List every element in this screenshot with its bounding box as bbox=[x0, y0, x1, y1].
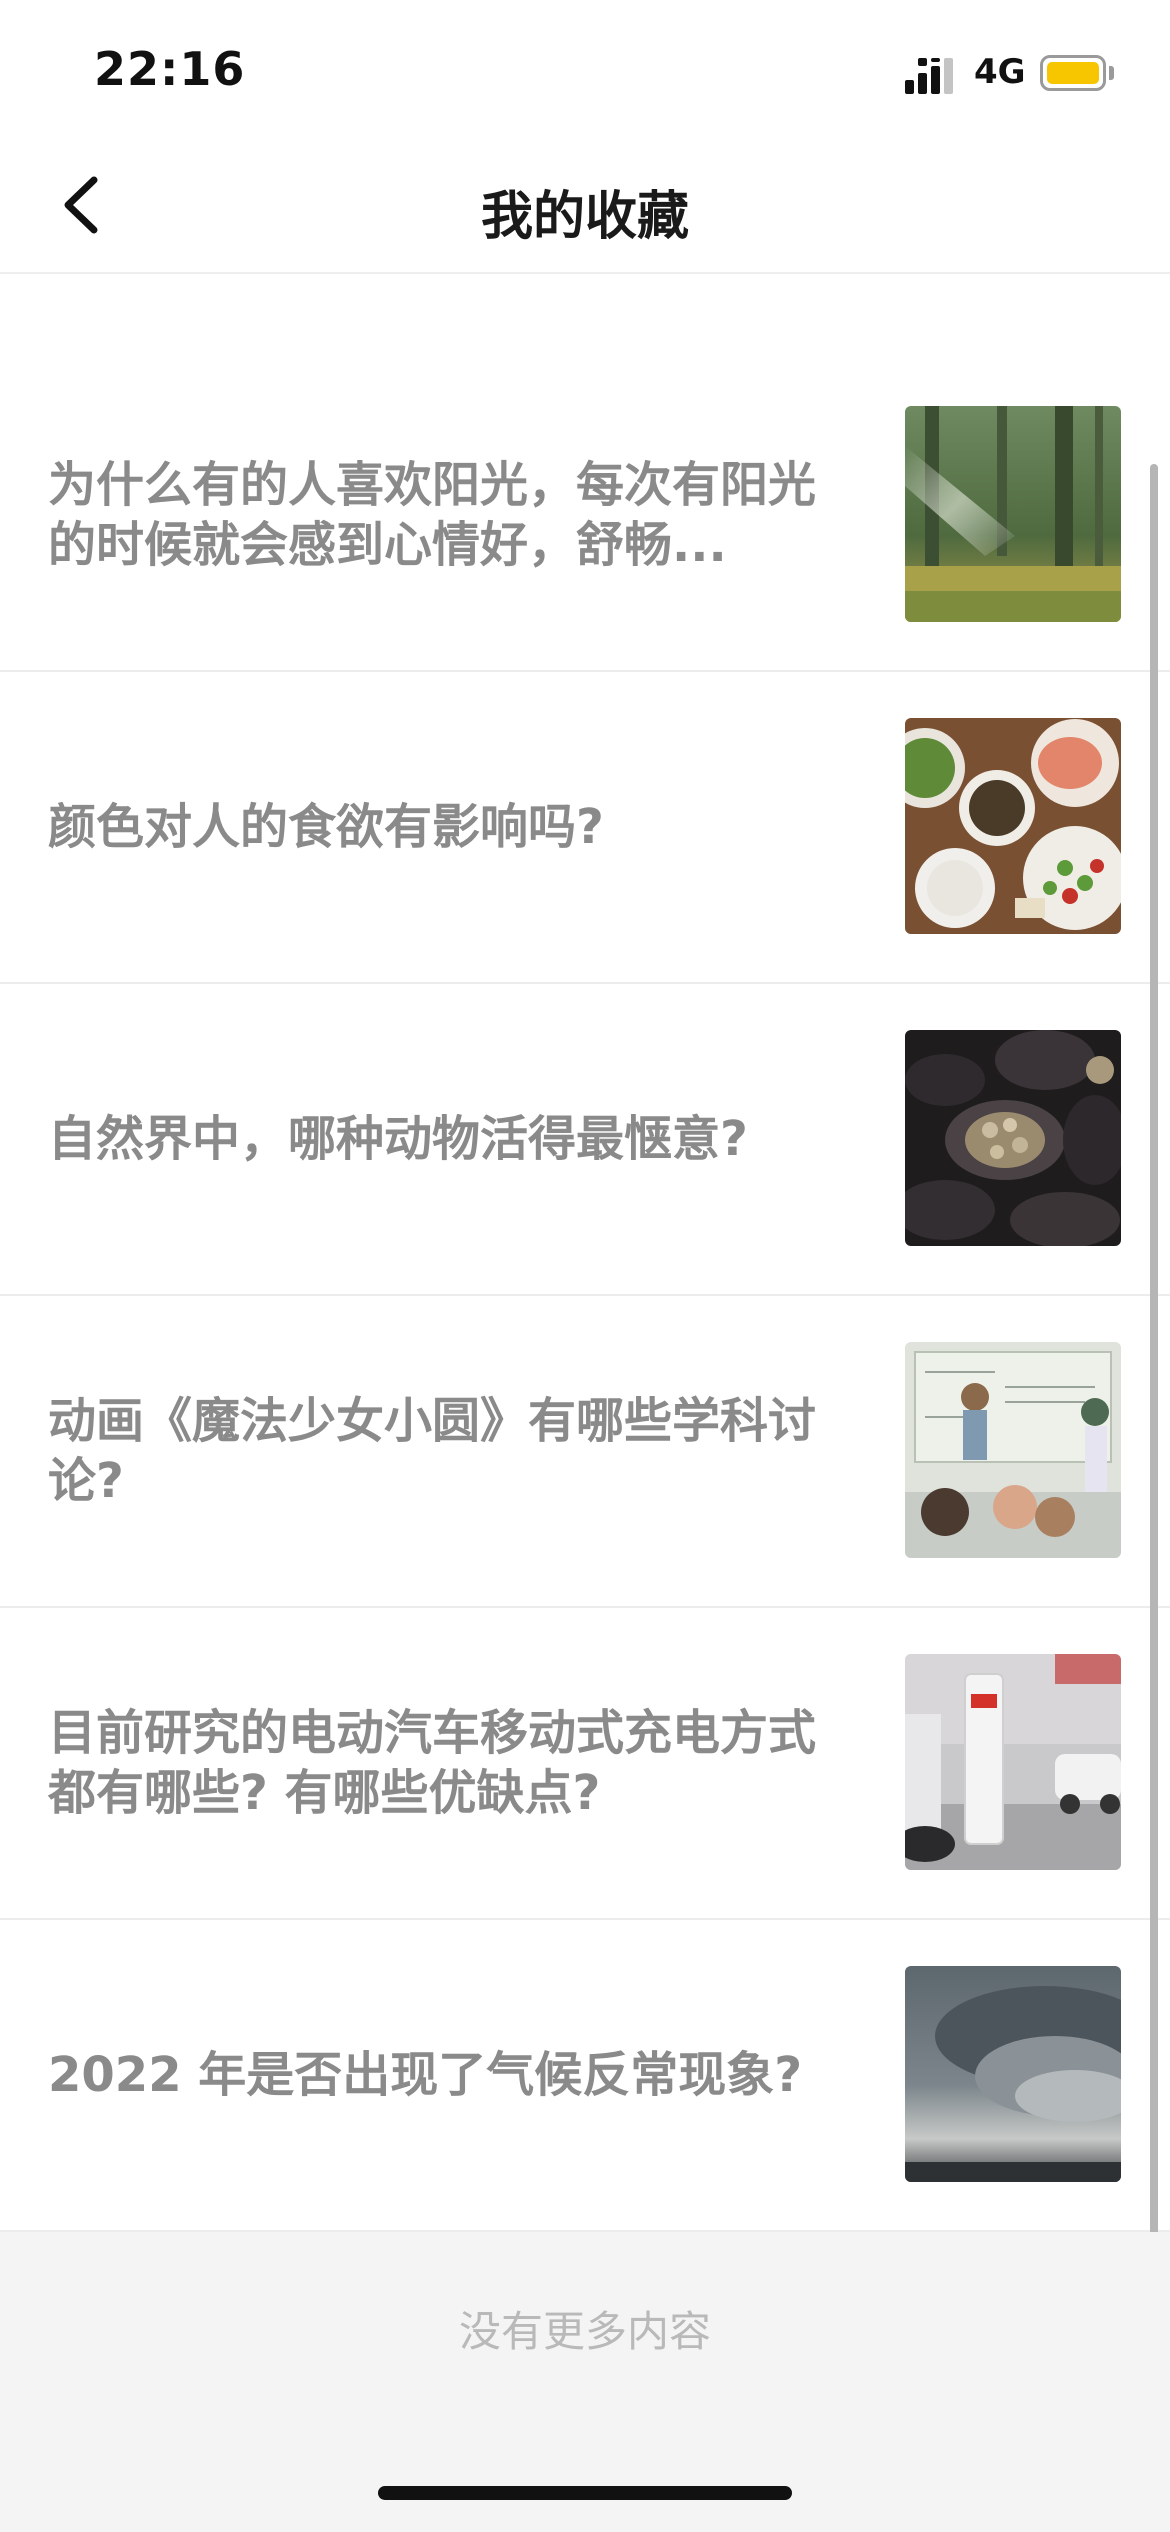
battery-cap bbox=[1109, 66, 1114, 80]
screen: 22:16 4G 我的收藏 为什么有的人喜欢阳光，每次有阳光的时候就会感到心情好… bbox=[0, 0, 1170, 2532]
status-bar: 22:16 4G bbox=[0, 0, 1170, 140]
list-item[interactable]: 自然界中，哪种动物活得最惬意? bbox=[0, 984, 1170, 1296]
item-title: 为什么有的人喜欢阳光，每次有阳光的时候就会感到心情好，舒畅... bbox=[48, 457, 817, 573]
thumbnail-ev-charger bbox=[905, 1654, 1121, 1870]
scrollbar[interactable] bbox=[1150, 464, 1158, 2314]
no-more-content-text: 没有更多内容 bbox=[458, 2307, 711, 2356]
nav-bar: 我的收藏 bbox=[0, 140, 1170, 274]
item-title: 自然界中，哪种动物活得最惬意? bbox=[48, 1111, 748, 1167]
list-item[interactable]: 2022 年是否出现了气候反常现象? bbox=[0, 1920, 1170, 2232]
item-title: 动画《魔法少女小圆》有哪些学科讨论? bbox=[48, 1393, 817, 1509]
battery-level bbox=[1047, 62, 1099, 84]
thumbnail-food-platter bbox=[905, 718, 1121, 934]
classroom-image bbox=[905, 1342, 1121, 1558]
mussels-image bbox=[905, 1030, 1121, 1246]
storm-image bbox=[905, 1966, 1121, 2182]
list-item[interactable]: 为什么有的人喜欢阳光，每次有阳光的时候就会感到心情好，舒畅... bbox=[0, 360, 1170, 672]
network-label: 4G bbox=[974, 52, 1026, 92]
item-title: 颜色对人的食欲有影响吗? bbox=[48, 799, 604, 855]
page-title: 我的收藏 bbox=[480, 187, 689, 247]
list-item[interactable]: 颜色对人的食欲有影响吗? bbox=[0, 672, 1170, 984]
favorites-list[interactable]: 为什么有的人喜欢阳光，每次有阳光的时候就会感到心情好，舒畅... 颜色对人的食欲… bbox=[0, 274, 1170, 2232]
food-image bbox=[905, 718, 1121, 934]
thumbnail-mussels bbox=[905, 1030, 1121, 1246]
list-item[interactable]: 目前研究的电动汽车移动式充电方式都有哪些? 有哪些优缺点? bbox=[0, 1608, 1170, 1920]
battery-icon bbox=[1040, 55, 1106, 91]
home-indicator[interactable] bbox=[378, 2486, 792, 2500]
signal-icon bbox=[905, 58, 953, 94]
item-title: 目前研究的电动汽车移动式充电方式都有哪些? 有哪些优缺点? bbox=[48, 1705, 817, 1821]
thumbnail-sunlit-forest bbox=[905, 406, 1121, 622]
scrollbar-thumb[interactable] bbox=[1150, 464, 1158, 2314]
thumbnail-anime-classroom bbox=[905, 1342, 1121, 1558]
forest-image bbox=[905, 406, 1121, 622]
status-time: 22:16 bbox=[94, 42, 246, 96]
list-item[interactable]: 动画《魔法少女小圆》有哪些学科讨论? bbox=[0, 1296, 1170, 1608]
item-title: 2022 年是否出现了气候反常现象? bbox=[48, 2047, 803, 2103]
ev-charger-image bbox=[905, 1654, 1121, 1870]
thumbnail-storm-cloud bbox=[905, 1966, 1121, 2182]
